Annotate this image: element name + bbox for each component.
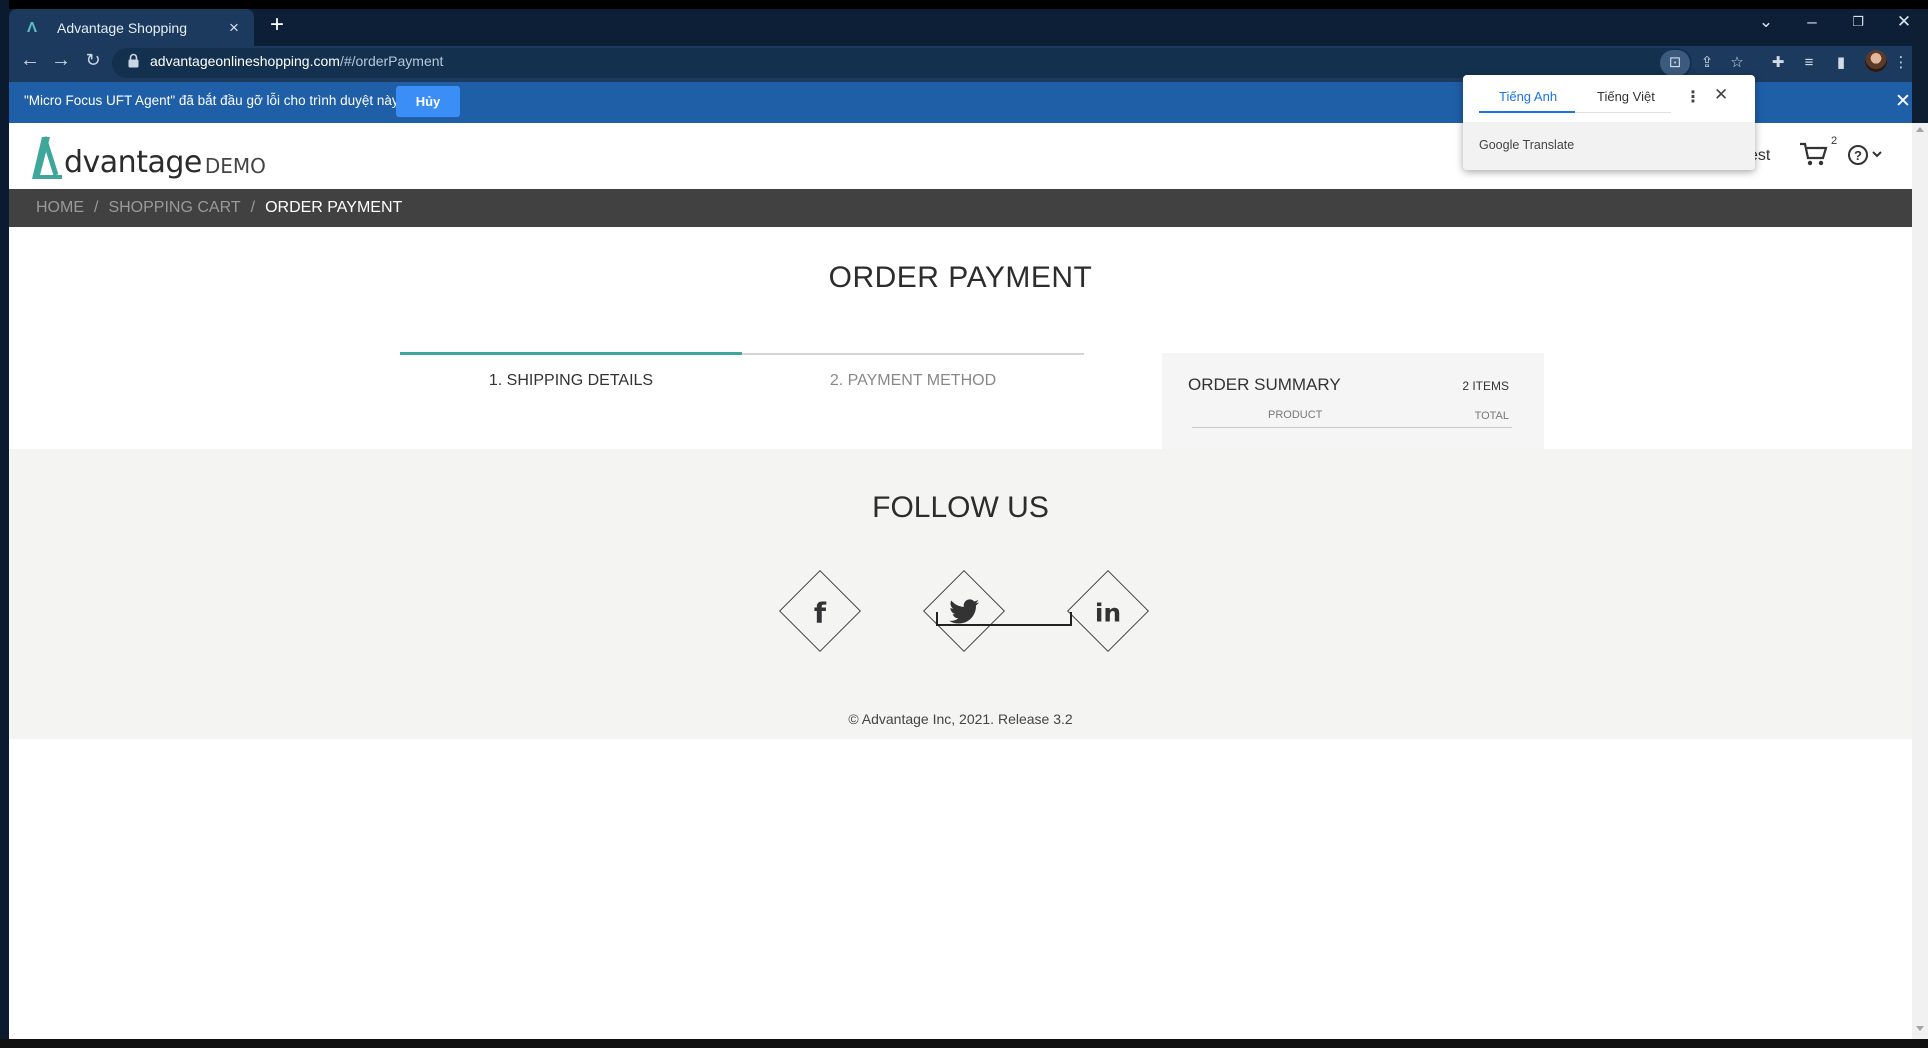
twitter-link[interactable] — [922, 569, 1006, 653]
extensions-icon[interactable]: ✚ — [1765, 50, 1791, 76]
linkedin-icon: in — [1094, 597, 1122, 627]
translate-popup: Tiếng Anh Tiếng Việt ⋮ ✕ Google Translat… — [1463, 75, 1755, 170]
translate-brand: Google Translate — [1479, 138, 1575, 152]
restore-button[interactable]: ❐ — [1846, 14, 1870, 30]
favicon-icon: Λ — [27, 18, 38, 36]
step-payment-method[interactable]: 2. PAYMENT METHOD — [742, 372, 1084, 390]
tab-strip — [9, 9, 1912, 46]
tab-search-icon[interactable]: ⌄ — [1754, 12, 1778, 32]
frame-top — [0, 0, 1928, 9]
forward-button[interactable]: → — [48, 49, 74, 72]
url-text[interactable]: advantageonlineshopping.com/#/orderPayme… — [150, 51, 443, 71]
screen: Λ Advantage Shopping × + ⌄ – ❐ ✕ ← → ↻ a… — [0, 0, 1928, 1048]
tab-close-icon[interactable]: × — [224, 18, 244, 38]
scrollbar[interactable] — [1912, 123, 1928, 1039]
summary-items-count: 2 ITEMS — [1462, 379, 1509, 393]
infobar-cancel-button[interactable]: Hủy — [396, 86, 460, 117]
translate-close-icon[interactable]: ✕ — [1714, 85, 1728, 105]
breadcrumb-separator: / — [250, 199, 256, 216]
facebook-icon: f — [813, 595, 827, 629]
copyright-text: © Advantage Inc, 2021. Release 3.2 — [848, 711, 1073, 727]
breadcrumb-home[interactable]: HOME — [36, 199, 84, 217]
breadcrumb-separator: / — [94, 199, 99, 216]
web-page: dvantage DEMO est 2 ? HOME / SHOPPING CA… — [9, 123, 1912, 1039]
summary-title: ORDER SUMMARY — [1188, 375, 1341, 394]
frame-left — [0, 0, 9, 1048]
translate-tab-source[interactable]: Tiếng Anh — [1499, 89, 1557, 104]
translate-tab-target[interactable]: Tiếng Việt — [1597, 89, 1655, 104]
help-icon[interactable]: ? — [1847, 143, 1889, 167]
step-shipping-details[interactable]: 1. SHIPPING DETAILS — [400, 372, 742, 390]
breadcrumb-cart[interactable]: SHOPPING CART — [108, 199, 240, 217]
page-title-text: ORDER PAYMENT — [828, 261, 1093, 294]
tab-title: Advantage Shopping — [57, 19, 187, 36]
frame-bottom — [0, 1039, 1928, 1048]
browser-tab[interactable]: Λ Advantage Shopping × — [9, 9, 254, 46]
scroll-down-icon[interactable] — [1916, 1026, 1924, 1031]
steps-progress — [400, 352, 742, 355]
scroll-up-icon[interactable] — [1916, 127, 1924, 132]
logo-word: dvantage — [64, 145, 202, 180]
breadcrumb-current: ORDER PAYMENT — [265, 199, 403, 216]
footer: FOLLOW US f in © Advantage Inc, 2021. Re… — [9, 449, 1912, 739]
media-icon[interactable]: ≡ — [1796, 50, 1822, 76]
close-window-button[interactable]: ✕ — [1892, 12, 1916, 32]
svg-text:?: ? — [1854, 148, 1862, 163]
new-tab-button[interactable]: + — [270, 13, 284, 37]
follow-us-title: FOLLOW US — [872, 491, 1049, 524]
reload-button[interactable]: ↻ — [80, 50, 106, 71]
breadcrumb: HOME / SHOPPING CART / ORDER PAYMENT — [9, 189, 1912, 227]
minimize-button[interactable]: – — [1800, 12, 1824, 32]
linkedin-link[interactable]: in — [1066, 569, 1150, 653]
url-path: /#/orderPayment — [339, 53, 444, 69]
lock-icon — [128, 53, 139, 68]
profile-avatar[interactable] — [1865, 50, 1887, 72]
translate-tab-indicator — [1479, 111, 1575, 113]
facebook-link[interactable]: f — [778, 569, 862, 653]
translate-icon[interactable]: ⊡ — [1660, 50, 1690, 76]
logo-mark-icon — [32, 136, 62, 179]
menu-kebab-icon[interactable]: ⋮ — [1893, 50, 1909, 76]
bookmark-star-icon[interactable]: ☆ — [1724, 50, 1750, 76]
summary-column-product: PRODUCT — [1268, 409, 1323, 421]
translate-more-icon[interactable]: ⋮ — [1685, 87, 1701, 107]
page-title: ORDER PAYMENT — [9, 261, 1912, 295]
translate-tab-divider — [1575, 112, 1671, 113]
share-icon[interactable]: ⇪ — [1694, 50, 1720, 76]
side-panel-icon[interactable]: ▮ — [1828, 50, 1854, 76]
site-logo[interactable]: dvantage DEMO — [30, 133, 266, 181]
summary-divider — [1192, 427, 1512, 428]
infobar-close-icon[interactable]: ✕ — [1895, 90, 1911, 113]
infobar-message: "Micro Focus UFT Agent" đã bắt đầu gỡ lỗ… — [24, 93, 399, 108]
cart-icon[interactable] — [1799, 141, 1829, 167]
back-button[interactable]: ← — [17, 49, 43, 72]
cart-count: 2 — [1831, 135, 1838, 147]
partial-element-outline — [936, 612, 1072, 626]
url-host: advantageonlineshopping.com — [150, 53, 340, 69]
logo-demo: DEMO — [204, 154, 266, 178]
summary-column-total: TOTAL — [1474, 410, 1509, 422]
